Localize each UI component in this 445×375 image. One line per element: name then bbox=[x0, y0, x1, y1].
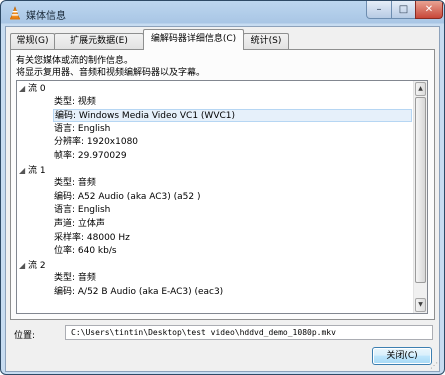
stream-property-text: 分辨率: 1920x1080 bbox=[54, 137, 139, 148]
tab-statistics[interactable]: 统计(S) bbox=[243, 33, 289, 49]
stream-header[interactable]: ◢ 流 1 bbox=[19, 164, 46, 177]
stream-property-text: 类型: 视频 bbox=[54, 96, 96, 107]
tab-general[interactable]: 常规(G) bbox=[10, 33, 55, 49]
dialog-client-area: 常规(G) 扩展元数据(E) 编解码器详细信息(C) 统计(S) 有关您媒体或流… bbox=[5, 26, 440, 372]
stream-property-text: 编码: A52 Audio (aka AC3) (a52 ) bbox=[54, 191, 201, 202]
triangle-down-icon[interactable]: ◢ bbox=[19, 164, 28, 177]
stream-property[interactable]: 采样率: 48000 Hz bbox=[54, 232, 413, 245]
stream-property-text: 声道: 立体声 bbox=[54, 219, 105, 229]
codec-tree-content: ◢ 流 0 类型: 视频 编码: Windows Media Video VC1 (W… bbox=[17, 81, 413, 313]
scroll-up-button[interactable]: ▲ bbox=[415, 82, 426, 96]
stream-header[interactable]: ◢ 流 2 bbox=[19, 259, 46, 272]
stream-property-text: 帧率: 29.970029 bbox=[54, 151, 127, 161]
stream-property[interactable]: 类型: 视频 bbox=[54, 96, 413, 109]
minimize-button[interactable]: – bbox=[366, 1, 392, 19]
triangle-down-icon[interactable]: ◢ bbox=[19, 82, 28, 95]
stream-header-label: 流 2 bbox=[28, 260, 46, 271]
stream-property[interactable]: 分辨率: 1920x1080 bbox=[54, 136, 413, 149]
stream-property-text: 编码: A/52 B Audio (aka E-AC3) (eac3) bbox=[54, 287, 224, 297]
stream-property-text: 位率: 640 kb/s bbox=[54, 246, 117, 257]
codec-details-panel: 有关您媒体或流的制作信息。 将显示复用器、音频和视频编解码器以及字幕。 ◢ 流 0… bbox=[10, 49, 435, 320]
close-button[interactable]: 关闭(C) bbox=[372, 347, 432, 365]
close-window-button[interactable]: ✕ bbox=[415, 1, 443, 19]
stream-property[interactable]: 类型: 音频 bbox=[54, 177, 413, 190]
triangle-down-icon[interactable]: ◢ bbox=[19, 259, 28, 272]
location-label: 位置: bbox=[14, 331, 36, 341]
stream-property[interactable]: 语言: English bbox=[54, 204, 413, 217]
stream-property[interactable]: 编码: Windows Media Video VC1 (WVC1) bbox=[53, 109, 412, 123]
stream-property-text: 语言: English bbox=[54, 123, 111, 134]
tab-codec-details[interactable]: 编解码器详细信息(C) bbox=[143, 29, 244, 50]
vlc-cone-icon bbox=[10, 6, 20, 20]
scroll-down-button[interactable]: ▼ bbox=[415, 298, 426, 312]
location-field[interactable]: C:\Users\tintin\Desktop\test video\hddvd… bbox=[65, 325, 433, 340]
stream-property[interactable]: 帧率: 29.970029 bbox=[54, 150, 413, 163]
stream-property-text: 语言: English bbox=[54, 205, 111, 216]
window-title: 媒体信息 bbox=[26, 11, 66, 22]
stream-property-text: 采样率: 48000 Hz bbox=[54, 232, 130, 243]
stream-property[interactable]: 语言: English bbox=[54, 123, 413, 136]
vertical-scrollbar[interactable]: ▲ ▼ bbox=[413, 81, 427, 313]
media-info-window: 媒体信息 – □ ✕ 常规(G) 扩展元数据(E) 编解码器详细信息(C) 统计… bbox=[0, 0, 445, 375]
stream-property-text: 类型: 音频 bbox=[54, 178, 96, 189]
stream-property-text: 类型: 音频 bbox=[54, 273, 96, 284]
tab-extended-metadata[interactable]: 扩展元数据(E) bbox=[54, 33, 144, 49]
panel-description-line2: 将显示复用器、音频和视频编解码器以及字幕。 bbox=[16, 68, 206, 78]
stream-header-label: 流 0 bbox=[28, 84, 46, 94]
stream-property[interactable]: 声道: 立体声 bbox=[54, 218, 413, 231]
title-bar[interactable]: 媒体信息 – □ ✕ bbox=[1, 1, 444, 25]
resize-grip-icon[interactable]: ⋰ bbox=[430, 361, 438, 370]
stream-header-label: 流 1 bbox=[28, 165, 46, 176]
stream-property-text: 编码: Windows Media Video VC1 (WVC1) bbox=[55, 111, 236, 122]
stream-property[interactable]: 位率: 640 kb/s bbox=[54, 245, 413, 258]
stream-property[interactable]: 类型: 音频 bbox=[54, 272, 413, 285]
maximize-button[interactable]: □ bbox=[391, 1, 416, 19]
codec-tree[interactable]: ◢ 流 0 类型: 视频 编码: Windows Media Video VC1 (W… bbox=[16, 80, 428, 314]
stream-header[interactable]: ◢ 流 0 bbox=[19, 82, 46, 95]
stream-property[interactable]: 编码: A52 Audio (aka AC3) (a52 ) bbox=[54, 191, 413, 204]
scroll-thumb[interactable] bbox=[415, 97, 426, 283]
stream-property[interactable]: 编码: A/52 B Audio (aka E-AC3) (eac3) bbox=[54, 286, 413, 299]
